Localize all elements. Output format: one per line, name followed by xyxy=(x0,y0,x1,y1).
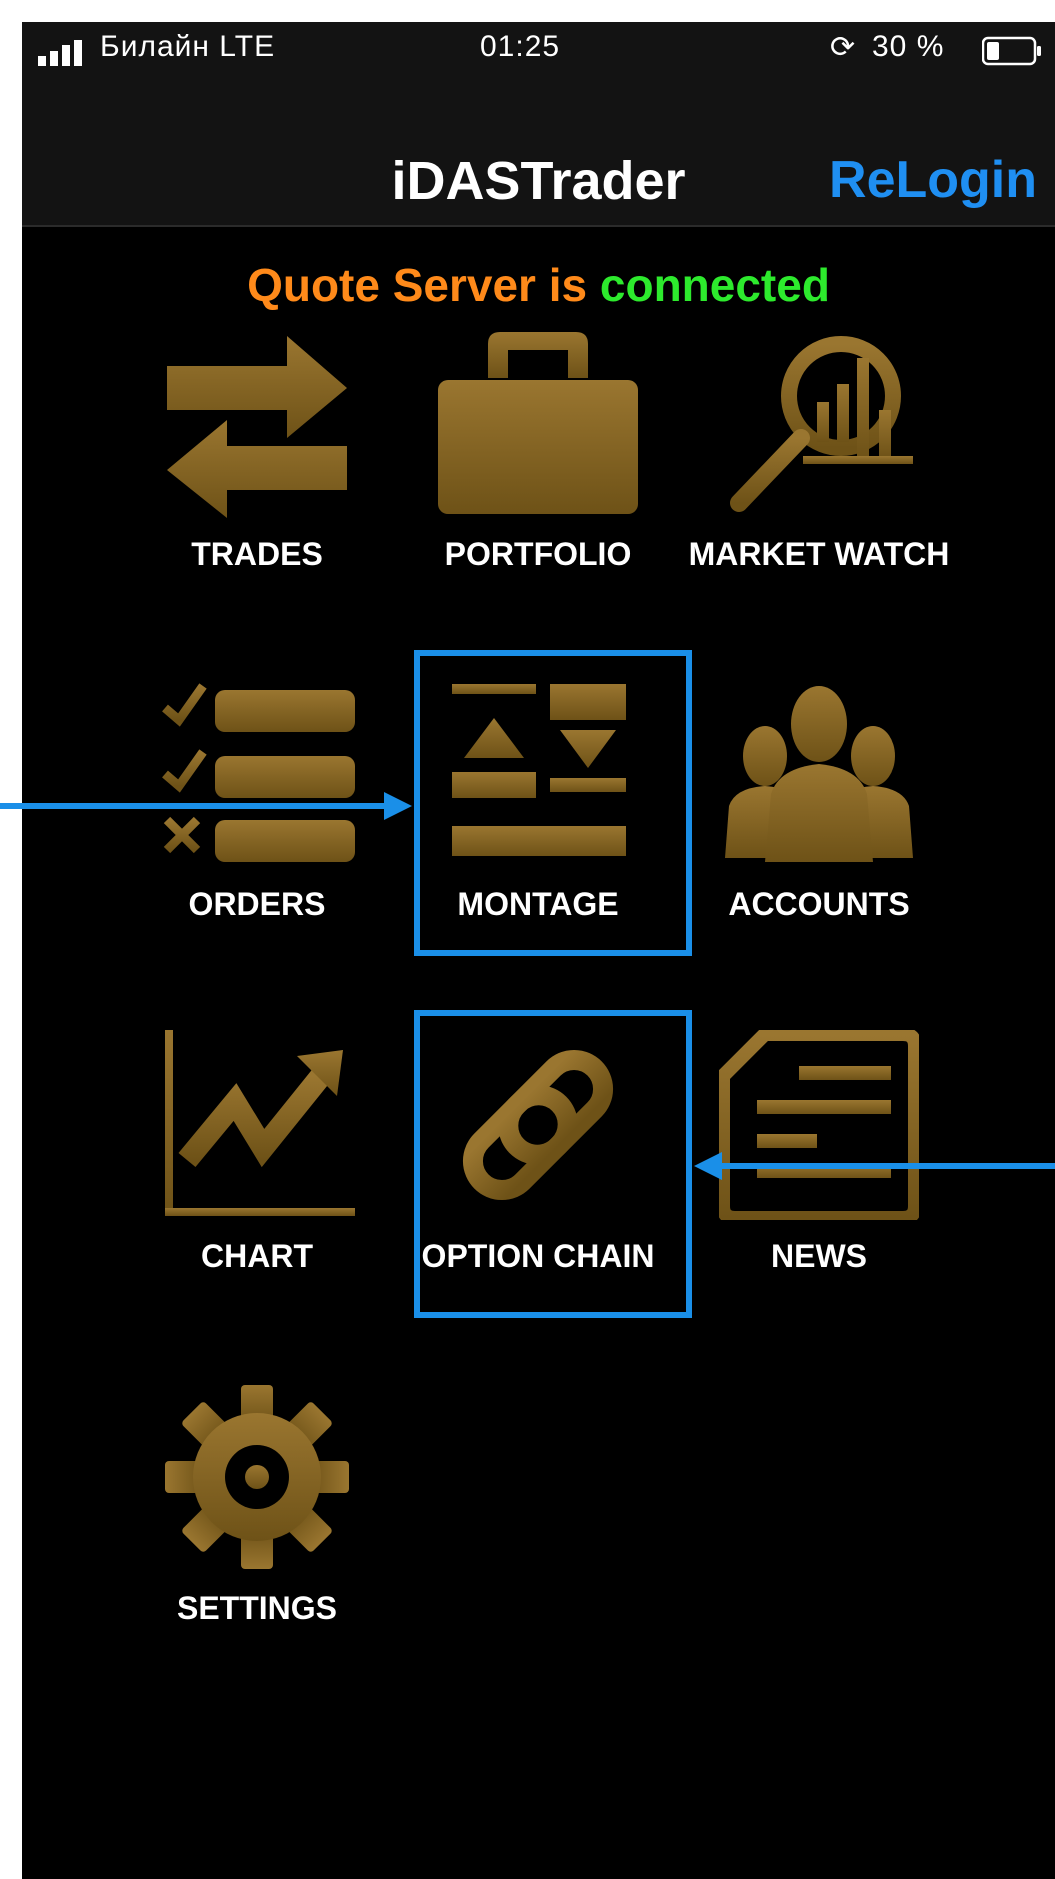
menu-label: ACCOUNTS xyxy=(728,886,910,922)
magnifier-chart-icon xyxy=(730,336,913,512)
line-chart-icon xyxy=(165,1030,355,1216)
document-icon xyxy=(719,1030,919,1220)
status-bar: Билайн LTE 01:25 ⟳ 30 % xyxy=(22,22,1055,92)
briefcase-icon xyxy=(438,332,638,514)
menu-label: NEWS xyxy=(771,1238,867,1274)
connection-status-state: connected xyxy=(599,259,830,311)
montage-highlight-box xyxy=(414,650,692,956)
menu-item-trades[interactable]: TRADES xyxy=(132,328,382,588)
carrier-label: Билайн LTE xyxy=(100,30,276,63)
menu-label: MARKET WATCH xyxy=(688,536,950,572)
menu-item-accounts[interactable]: ACCOUNTS xyxy=(694,678,944,938)
navigation-bar: iDASTrader ReLogin xyxy=(22,92,1055,227)
clock: 01:25 xyxy=(480,30,561,63)
checklist-icon xyxy=(162,683,355,862)
menu-item-market-watch[interactable]: MARKET WATCH xyxy=(689,328,949,588)
arrows-swap-icon xyxy=(167,336,347,518)
battery-icon xyxy=(982,36,1041,66)
arrow-to-montage-icon xyxy=(0,792,412,820)
connection-status-prefix: Quote Server is xyxy=(247,259,588,311)
arrow-to-option-chain-icon xyxy=(694,1152,1055,1180)
signal-icon xyxy=(38,40,82,66)
menu-item-chart[interactable]: CHART xyxy=(132,1030,382,1290)
gear-icon xyxy=(165,1385,349,1569)
option-chain-highlight-box xyxy=(414,1010,692,1318)
menu-item-settings[interactable]: SETTINGS xyxy=(132,1382,382,1642)
menu-item-portfolio[interactable]: PORTFOLIO xyxy=(413,328,663,588)
people-icon xyxy=(725,686,913,862)
rotation-lock-icon: ⟳ xyxy=(830,31,857,64)
connection-status: Quote Server is connected xyxy=(22,258,1055,312)
relogin-button[interactable]: ReLogin xyxy=(829,150,1037,210)
battery-percent: 30 % xyxy=(872,30,945,63)
menu-label: SETTINGS xyxy=(176,1590,337,1626)
